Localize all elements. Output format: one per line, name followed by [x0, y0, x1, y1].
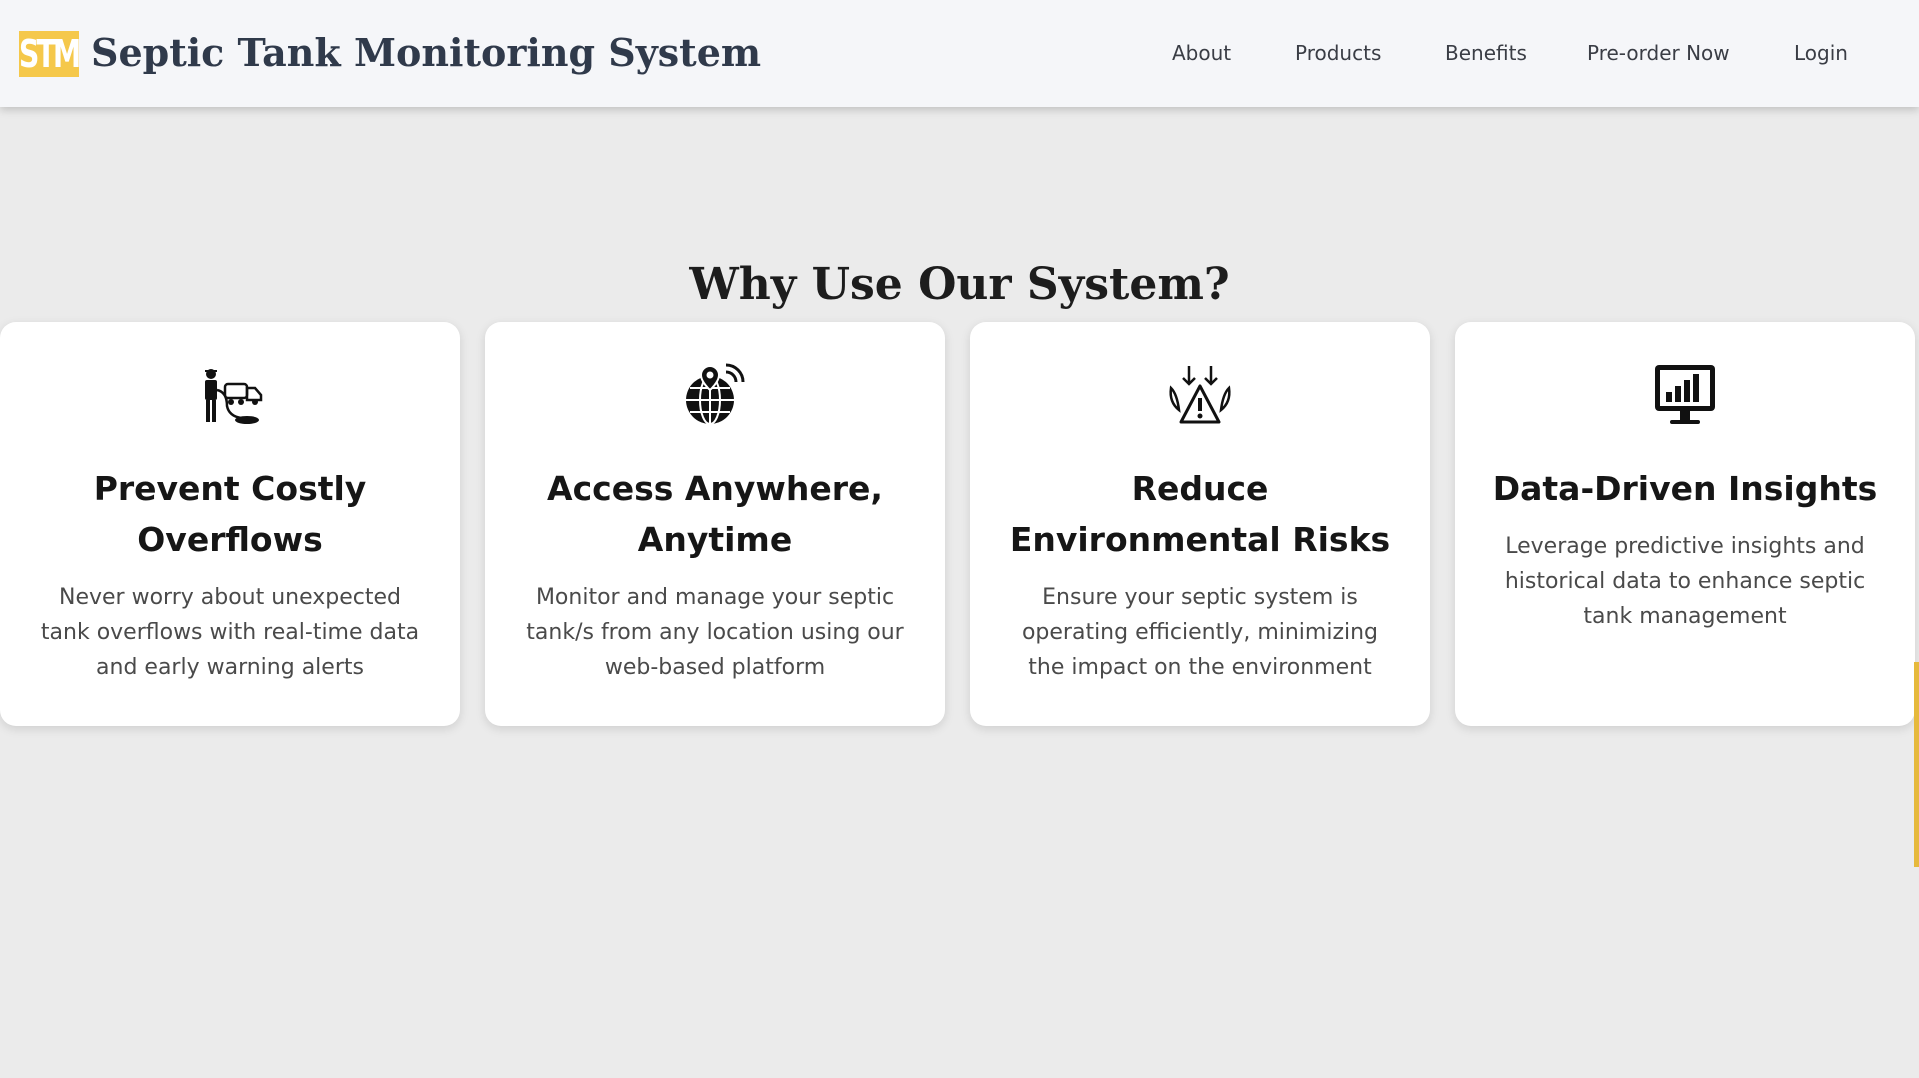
top-navbar: STM Septic Tank Monitoring System About … [0, 0, 1919, 107]
nav-about[interactable]: About [1172, 38, 1231, 68]
benefit-card-environment: Reduce Environmental Risks Ensure your s… [970, 322, 1430, 726]
card-title: Prevent Costly Overflows [93, 469, 367, 559]
stm-logo[interactable]: STM [19, 31, 79, 77]
card-description: Leverage predictive insights and histori… [1504, 534, 1866, 629]
card-title: Data-Driven Insights [1492, 469, 1878, 508]
globe-location-icon [682, 362, 748, 428]
environment-warning-icon [1167, 362, 1233, 428]
benefit-card-insights: Data-Driven Insights Leverage predictive… [1455, 322, 1915, 726]
benefit-card-overflows: Prevent Costly Overflows Never worry abo… [0, 322, 460, 726]
nav-products[interactable]: Products [1295, 38, 1381, 68]
card-description: Monitor and manage your septic tank/s fr… [526, 585, 904, 680]
card-description: Ensure your septic system is operating e… [1021, 585, 1379, 680]
analytics-monitor-icon [1652, 362, 1718, 428]
card-title: Access Anywhere, Anytime [547, 469, 883, 559]
card-description: Never worry about unexpected tank overfl… [40, 585, 420, 680]
nav-login[interactable]: Login [1794, 38, 1848, 68]
nav-benefits[interactable]: Benefits [1445, 38, 1527, 68]
benefit-card-access: Access Anywhere, Anytime Monitor and man… [485, 322, 945, 726]
site-title[interactable]: Septic Tank Monitoring System [91, 26, 761, 80]
worker-truck-icon [197, 362, 263, 428]
scrollbar-thumb[interactable] [1914, 662, 1919, 867]
nav-preorder[interactable]: Pre-order Now [1587, 38, 1730, 68]
card-title: Reduce Environmental Risks [1009, 469, 1391, 559]
section-title: Why Use Our System? [689, 259, 1230, 310]
logo-text: STM [19, 32, 79, 76]
